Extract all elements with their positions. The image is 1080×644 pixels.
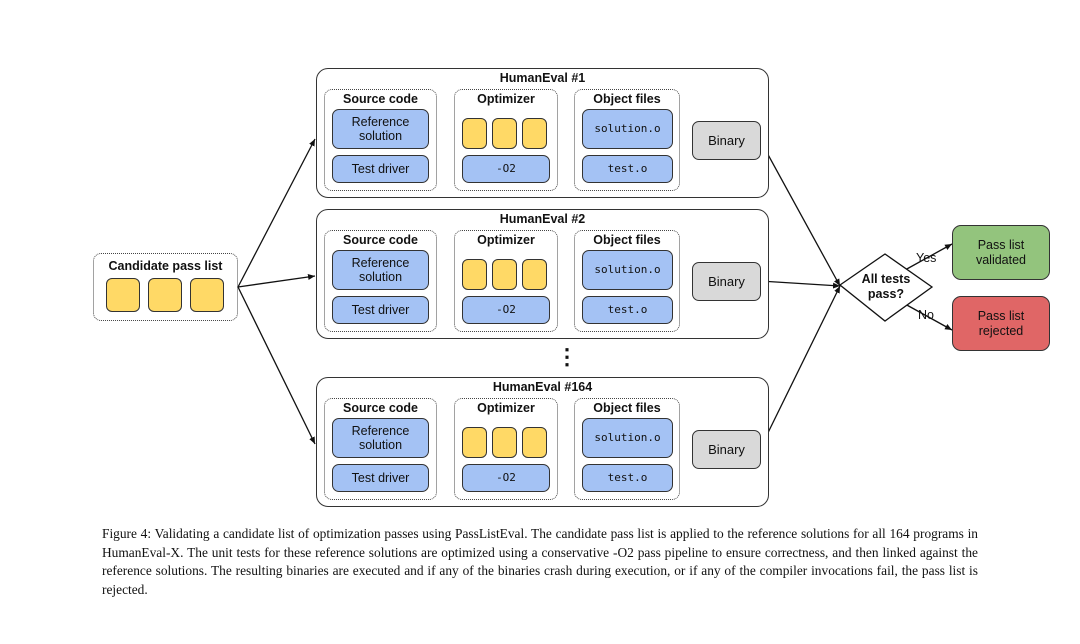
humaneval-panel-3: HumanEval #164 Source code Reference sol… xyxy=(316,377,769,507)
no-label: No xyxy=(918,308,934,322)
optimizer-pass-3 xyxy=(522,259,547,290)
o2-pipeline-box: -O2 xyxy=(462,296,550,324)
optimizer-pass-2 xyxy=(492,427,517,458)
validated-line-1: Pass list xyxy=(977,237,1025,252)
solution-o-box: solution.o xyxy=(582,250,673,290)
optimizer-pass-3 xyxy=(522,427,547,458)
solution-o-box: solution.o xyxy=(582,418,673,458)
arrow-binary-to-decision xyxy=(759,139,841,287)
source-code-header: Source code xyxy=(342,233,419,247)
humaneval-panel-2: HumanEval #2 Source code Reference solut… xyxy=(316,209,769,339)
test-driver-box: Test driver xyxy=(332,155,429,183)
solution-o-label: solution.o xyxy=(594,122,661,135)
pass-list-validated-box: Pass list validated xyxy=(952,225,1050,280)
arrow-candidate-to-panel-1 xyxy=(237,138,316,288)
panel-title: HumanEval #2 xyxy=(499,212,586,226)
reference-solution-box: Reference solution xyxy=(332,250,429,290)
panel-title: HumanEval #164 xyxy=(492,380,593,394)
optimizer-header: Optimizer xyxy=(477,92,535,106)
candidate-pass-3 xyxy=(190,278,224,312)
rejected-line-2: rejected xyxy=(978,323,1024,338)
o2-label: -O2 xyxy=(496,162,516,175)
binary-box: Binary xyxy=(692,430,761,469)
test-driver-label: Test driver xyxy=(351,303,410,317)
reference-solution-box: Reference solution xyxy=(332,109,429,149)
object-files-header: Object files xyxy=(593,233,661,247)
source-code-header: Source code xyxy=(342,401,419,415)
o2-pipeline-box: -O2 xyxy=(462,464,550,492)
candidate-pass-list: Candidate pass list xyxy=(93,253,238,321)
panel-title: HumanEval #1 xyxy=(499,71,586,85)
optimizer-header: Optimizer xyxy=(477,401,535,415)
reference-solution-label: Reference solution xyxy=(351,115,410,143)
binary-box: Binary xyxy=(692,262,761,301)
optimizer-pass-2 xyxy=(492,118,517,149)
object-files-header: Object files xyxy=(593,92,661,106)
arrow-binary-to-decision xyxy=(759,280,841,289)
binary-box: Binary xyxy=(692,121,761,160)
arrow-candidate-to-panel-3 xyxy=(237,286,316,445)
object-files-header: Object files xyxy=(593,401,661,415)
reference-solution-box: Reference solution xyxy=(332,418,429,458)
figure-caption: Figure 4: Validating a candidate list of… xyxy=(102,526,978,597)
optimizer-pass-1 xyxy=(462,259,487,290)
test-o-label: test.o xyxy=(607,471,648,484)
optimizer-header: Optimizer xyxy=(477,233,535,247)
validated-line-2: validated xyxy=(975,252,1027,267)
optimizer-pass-1 xyxy=(462,118,487,149)
arrow-binary-to-decision xyxy=(759,285,841,450)
solution-o-box: solution.o xyxy=(582,109,673,149)
optimizer-pass-1 xyxy=(462,427,487,458)
test-o-label: test.o xyxy=(607,162,648,175)
binary-label: Binary xyxy=(708,133,745,148)
test-o-box: test.o xyxy=(582,155,673,183)
yes-label: Yes xyxy=(916,251,937,265)
more-panels-ellipsis: ⋮ xyxy=(556,344,578,369)
arrow-candidate-to-panel-2 xyxy=(237,274,316,288)
candidate-pass-list-title: Candidate pass list xyxy=(108,259,223,273)
optimizer-pass-2 xyxy=(492,259,517,290)
candidate-pass-1 xyxy=(106,278,140,312)
test-o-label: test.o xyxy=(607,303,648,316)
test-driver-label: Test driver xyxy=(351,162,410,176)
reference-solution-label: Reference solution xyxy=(351,256,410,284)
o2-label: -O2 xyxy=(496,303,516,316)
decision-line-1: All tests xyxy=(861,272,911,286)
binary-label: Binary xyxy=(708,442,745,457)
test-o-box: test.o xyxy=(582,464,673,492)
solution-o-label: solution.o xyxy=(594,263,661,276)
optimizer-pass-3 xyxy=(522,118,547,149)
test-driver-box: Test driver xyxy=(332,464,429,492)
o2-pipeline-box: -O2 xyxy=(462,155,550,183)
pass-list-rejected-box: Pass list rejected xyxy=(952,296,1050,351)
test-driver-label: Test driver xyxy=(351,471,410,485)
source-code-header: Source code xyxy=(342,92,419,106)
reference-solution-label: Reference solution xyxy=(351,424,410,452)
binary-label: Binary xyxy=(708,274,745,289)
decision-line-2: pass? xyxy=(867,287,905,301)
candidate-pass-2 xyxy=(148,278,182,312)
test-o-box: test.o xyxy=(582,296,673,324)
rejected-line-1: Pass list xyxy=(977,308,1025,323)
test-driver-box: Test driver xyxy=(332,296,429,324)
decision-question: All tests pass? xyxy=(850,272,922,302)
o2-label: -O2 xyxy=(496,471,516,484)
solution-o-label: solution.o xyxy=(594,431,661,444)
humaneval-panel-1: HumanEval #1 Source code Reference solut… xyxy=(316,68,769,198)
